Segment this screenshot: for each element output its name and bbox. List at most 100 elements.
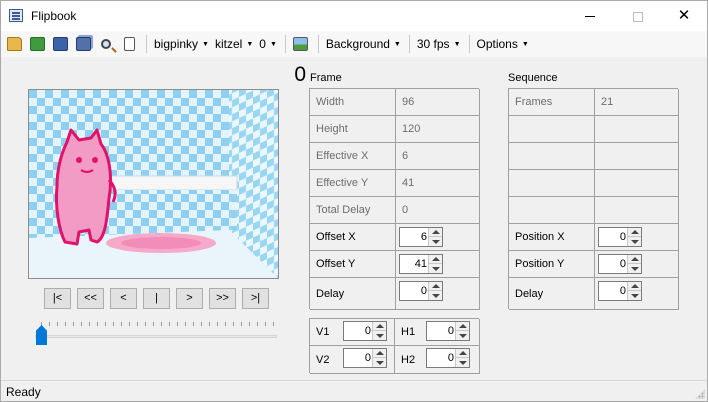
save-icon <box>52 37 68 51</box>
spinner-arrows-icon[interactable] <box>428 282 442 300</box>
rewind-button[interactable]: << <box>77 288 104 309</box>
fast-forward-button[interactable]: >> <box>209 288 236 309</box>
chevron-down-icon: ▼ <box>246 41 254 48</box>
toolbar-separator <box>468 35 470 53</box>
position-y-label: Position Y <box>509 251 595 278</box>
effective-y-label: Effective Y <box>310 170 396 197</box>
frames-value: 21 <box>595 89 679 116</box>
search-icon <box>101 39 111 49</box>
toolbar-separator <box>408 35 410 53</box>
total-delay-label: Total Delay <box>310 197 396 224</box>
open-button[interactable] <box>4 34 24 54</box>
delay-label: Delay <box>310 278 396 310</box>
options-dropdown[interactable]: Options ▼ <box>475 37 533 51</box>
spinner-arrows-icon[interactable] <box>372 322 386 340</box>
preview-image <box>29 90 278 278</box>
spinner-arrows-icon[interactable] <box>372 349 386 367</box>
chevron-down-icon: ▼ <box>393 41 401 48</box>
chevron-down-icon: ▼ <box>269 41 277 48</box>
position-x-value: 0 <box>619 231 626 243</box>
toolbar-separator <box>317 35 319 53</box>
width-value: 96 <box>396 89 480 116</box>
last-frame-button[interactable]: >| <box>242 288 269 309</box>
next-frame-button[interactable]: > <box>176 288 203 309</box>
spinner-arrows-icon[interactable] <box>428 228 442 246</box>
sequence-properties-grid: Frames 21 Position X Position Y Delay <box>508 88 679 310</box>
save-button[interactable] <box>50 34 70 54</box>
toolbar-separator <box>284 35 286 53</box>
slider-ticks <box>41 322 277 326</box>
position-x-stepper[interactable]: 0 <box>598 227 642 247</box>
app-icon <box>9 9 23 22</box>
previous-frame-button[interactable]: < <box>110 288 137 309</box>
slider-track <box>35 335 277 338</box>
empty-cell <box>509 116 595 143</box>
v2-value: 0 <box>364 352 371 364</box>
position-y-stepper[interactable]: 0 <box>598 254 642 274</box>
offset-y-value: 41 <box>414 258 427 270</box>
maximize-button[interactable] <box>615 1 661 31</box>
h2-label: H2 <box>401 353 416 366</box>
open-folder-icon <box>6 37 22 51</box>
h2-value: 0 <box>447 352 454 364</box>
h2-stepper[interactable]: 0 <box>426 348 470 368</box>
background-dropdown[interactable]: Background ▼ <box>324 37 405 51</box>
options-dropdown-label: Options <box>476 37 518 51</box>
index-dropdown[interactable]: 0 ▼ <box>257 37 281 51</box>
character-dropdown-label: bigpinky <box>154 37 199 51</box>
frame-properties-grid: Width 96 Height 120 Effective X 6 Effect… <box>309 88 480 310</box>
h1-stepper[interactable]: 0 <box>426 321 470 341</box>
empty-cell <box>509 143 595 170</box>
effective-x-value: 6 <box>396 143 480 170</box>
close-button[interactable]: ✕ <box>661 1 707 31</box>
stop-button[interactable]: | <box>143 288 170 309</box>
character-dropdown[interactable]: bigpinky ▼ <box>152 37 213 51</box>
toolbar: bigpinky ▼ kitzel ▼ 0 ▼ Background ▼ 30 fps ▼… <box>1 31 707 57</box>
chevron-down-icon: ▼ <box>202 41 209 48</box>
page-icon <box>123 37 135 51</box>
minimize-button[interactable] <box>567 1 613 31</box>
h1-label: H1 <box>401 326 416 338</box>
index-dropdown-label: 0 <box>259 37 266 51</box>
fps-dropdown-label: 30 fps <box>416 37 450 51</box>
spinner-arrows-icon[interactable] <box>428 255 442 273</box>
offset-x-stepper[interactable]: 6 <box>399 227 443 247</box>
animation-dropdown-label: kitzel <box>214 37 243 51</box>
spinner-arrows-icon[interactable] <box>627 228 641 246</box>
page-button[interactable] <box>119 34 139 54</box>
spinner-arrows-icon[interactable] <box>455 322 469 340</box>
frame-section-label: Frame <box>310 72 342 84</box>
resize-grip-icon[interactable] <box>695 389 705 399</box>
v1-value: 0 <box>364 325 371 337</box>
v1-stepper[interactable]: 0 <box>343 321 387 341</box>
frame-delay-stepper[interactable]: 0 <box>399 281 443 301</box>
slider-thumb[interactable] <box>36 325 47 345</box>
search-button[interactable] <box>96 34 116 54</box>
save-all-button[interactable] <box>73 34 93 54</box>
image-icon <box>293 37 309 51</box>
chevron-down-icon: ▼ <box>453 41 461 48</box>
frame-slider[interactable] <box>31 319 277 349</box>
spinner-arrows-icon[interactable] <box>627 255 641 273</box>
refresh-button[interactable] <box>27 34 47 54</box>
spinner-arrows-icon[interactable] <box>455 349 469 367</box>
minimize-icon <box>585 16 595 18</box>
image-button[interactable] <box>291 34 311 54</box>
v2-stepper[interactable]: 0 <box>343 348 387 368</box>
h1-value: 0 <box>447 325 454 337</box>
preview-canvas[interactable] <box>28 89 279 279</box>
animation-dropdown[interactable]: kitzel ▼ <box>213 37 257 51</box>
sequence-delay-stepper[interactable]: 0 <box>598 281 642 301</box>
fps-dropdown[interactable]: 30 fps ▼ <box>415 37 465 51</box>
width-label: Width <box>310 89 396 116</box>
effective-x-label: Effective X <box>310 143 396 170</box>
maximize-icon <box>633 11 643 22</box>
height-value: 120 <box>396 116 480 143</box>
empty-cell <box>595 170 679 197</box>
empty-cell <box>595 143 679 170</box>
spinner-arrows-icon[interactable] <box>627 282 641 300</box>
first-frame-button[interactable]: |< <box>44 288 71 309</box>
toolbar-separator <box>146 35 147 53</box>
total-delay-value: 0 <box>396 197 480 224</box>
offset-y-stepper[interactable]: 41 <box>399 254 443 274</box>
